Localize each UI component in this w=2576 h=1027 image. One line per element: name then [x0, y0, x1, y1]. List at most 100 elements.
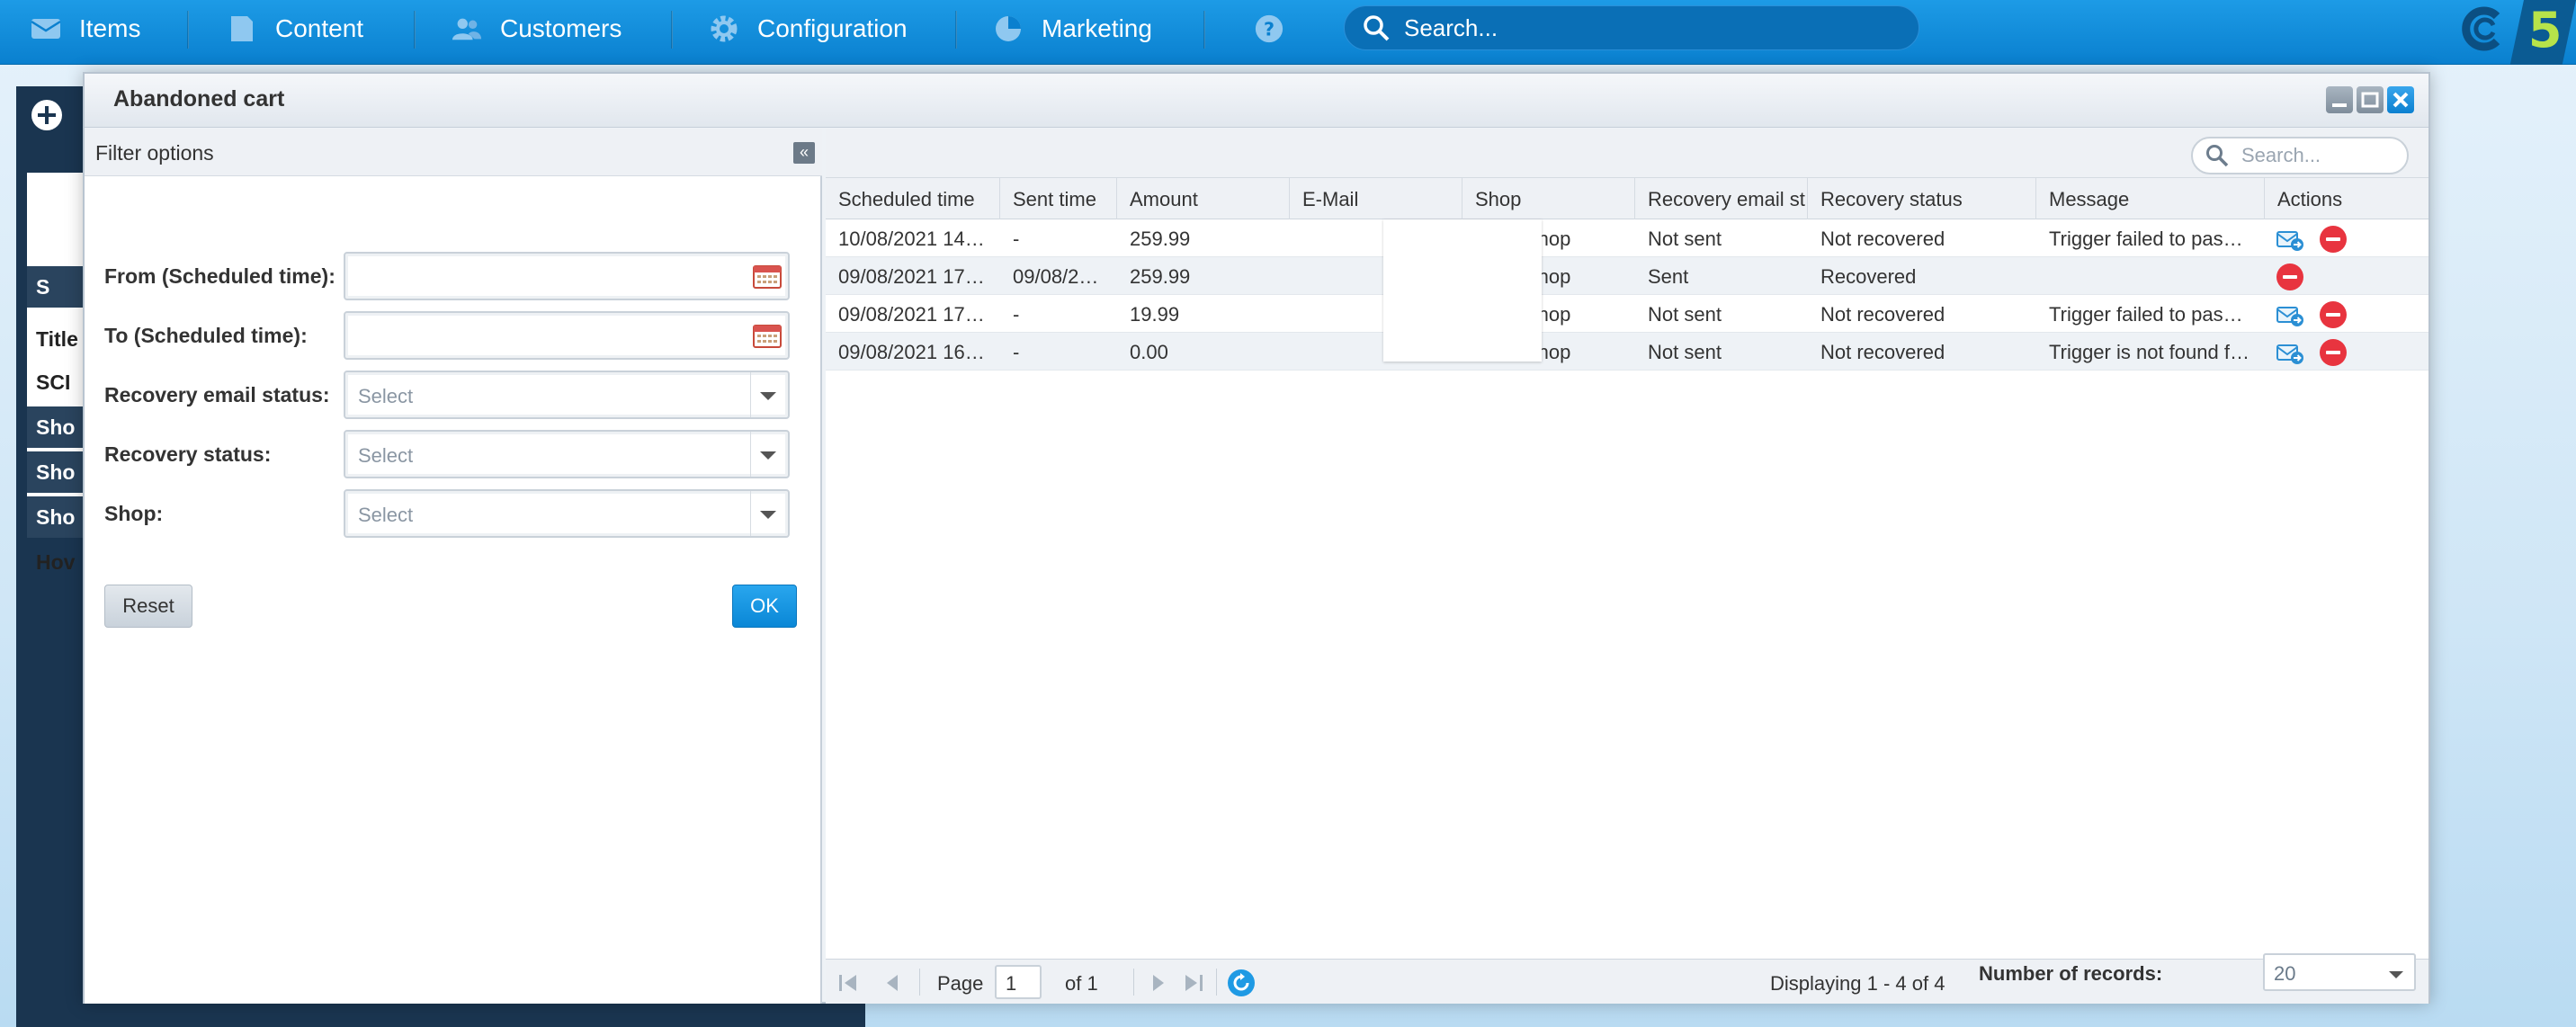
- chevron-down-icon: [760, 511, 776, 519]
- chevron-down-icon: [760, 451, 776, 460]
- grid-toolbar: Search...: [826, 129, 2428, 178]
- nav-items[interactable]: Items: [31, 0, 140, 58]
- first-page-icon[interactable]: [836, 972, 860, 994]
- table-row[interactable]: 10/08/2021 14:… - 259.99 Demoshop Not se…: [826, 219, 2428, 257]
- ok-button[interactable]: OK: [732, 585, 797, 628]
- pie-chart-icon: [993, 13, 1024, 44]
- cell-message: Trigger failed to pass…: [2049, 303, 2253, 326]
- chevron-down-icon: [760, 392, 776, 400]
- previous-page-icon[interactable]: [881, 972, 905, 994]
- nav-configuration[interactable]: Configuration: [709, 0, 908, 58]
- column-recovery-status[interactable]: Recovery status: [1808, 178, 2036, 219]
- nav-marketing[interactable]: Marketing: [993, 0, 1152, 58]
- chevron-down-icon[interactable]: [2389, 971, 2403, 978]
- collapse-filter-button[interactable]: «: [793, 142, 815, 164]
- cell-sent-time: -: [1013, 228, 1020, 250]
- users-icon: [452, 13, 482, 44]
- cell-scheduled-time: 09/08/2021 17:…: [838, 265, 990, 288]
- nav-divider: [187, 11, 189, 49]
- envelope-icon: [31, 13, 61, 44]
- pager-divider: [1216, 969, 1217, 996]
- resend-email-icon[interactable]: [2276, 300, 2304, 329]
- column-message[interactable]: Message: [2036, 178, 2265, 219]
- page-total-label: of 1: [1065, 972, 1098, 995]
- calendar-icon[interactable]: [752, 263, 783, 290]
- abandoned-cart-grid: Search... Scheduled time Sent time Amoun…: [826, 129, 2428, 1004]
- grid-search-input[interactable]: Search...: [2191, 137, 2409, 174]
- delete-icon[interactable]: [2319, 300, 2348, 329]
- nav-customers-label: Customers: [500, 14, 622, 42]
- close-icon: [2393, 92, 2409, 108]
- brand-logo-icon: [2457, 5, 2504, 52]
- page-number-input[interactable]: 1: [995, 965, 1042, 999]
- pager-divider: [919, 969, 920, 996]
- cell-message: [2036, 257, 2265, 295]
- resend-email-icon[interactable]: [2276, 225, 2304, 254]
- recovery-status-select[interactable]: Select: [344, 430, 790, 478]
- dropdown-trigger[interactable]: [750, 491, 788, 536]
- nav-customers[interactable]: Customers: [452, 0, 622, 58]
- nav-items-label: Items: [79, 14, 141, 42]
- cell-scheduled-time: 10/08/2021 14:…: [838, 228, 990, 250]
- document-icon: [227, 13, 257, 44]
- table-row[interactable]: 09/08/2021 17:… 09/08/2… 259.99 Demoshop…: [826, 257, 2428, 295]
- cell-amount: 259.99: [1130, 228, 1191, 250]
- svg-text:?: ?: [1264, 19, 1275, 40]
- page-label: Page: [937, 972, 984, 995]
- to-label: To (Scheduled time):: [104, 324, 308, 347]
- add-icon[interactable]: [31, 99, 63, 131]
- column-amount[interactable]: Amount: [1117, 178, 1290, 219]
- column-recovery-email-status[interactable]: Recovery email st: [1635, 178, 1808, 219]
- number-of-records-select[interactable]: 20: [2263, 953, 2416, 991]
- column-sent-time[interactable]: Sent time: [1000, 178, 1117, 219]
- dropdown-trigger[interactable]: [750, 432, 788, 477]
- email-column-redaction: [1383, 219, 1542, 362]
- cell-scheduled-time: 09/08/2021 16:…: [838, 341, 990, 363]
- delete-icon[interactable]: [2276, 263, 2304, 291]
- nav-divider: [671, 11, 673, 49]
- column-email[interactable]: E-Mail: [1290, 178, 1462, 219]
- nav-divider: [414, 11, 416, 49]
- delete-icon[interactable]: [2319, 225, 2348, 254]
- column-shop[interactable]: Shop: [1462, 178, 1635, 219]
- last-page-icon[interactable]: [1182, 972, 1205, 994]
- search-icon: [1363, 14, 1390, 41]
- cell-recovery-status: Not recovered: [1820, 303, 1945, 326]
- brand-badge: 5: [2509, 0, 2576, 65]
- maximize-button[interactable]: [2357, 86, 2384, 113]
- resend-email-icon[interactable]: [2276, 338, 2304, 367]
- calendar-icon[interactable]: [752, 322, 783, 349]
- grid-header: Scheduled time Sent time Amount E-Mail S…: [826, 178, 2428, 219]
- dropdown-trigger[interactable]: [750, 372, 788, 417]
- column-actions: Actions: [2277, 188, 2343, 210]
- grid-search-placeholder: Search...: [2241, 144, 2321, 166]
- window-titlebar[interactable]: Abandoned cart: [85, 74, 2428, 128]
- select-placeholder: Select: [358, 504, 414, 526]
- pager-divider: [1133, 969, 1134, 996]
- cell-recovery-status: Not recovered: [1820, 341, 1945, 363]
- filter-header: Filter options «: [85, 129, 822, 176]
- gear-icon: [709, 13, 739, 44]
- column-scheduled-time[interactable]: Scheduled time: [826, 178, 1000, 219]
- reset-button[interactable]: Reset: [104, 585, 192, 628]
- delete-icon[interactable]: [2319, 338, 2348, 367]
- table-row[interactable]: 09/08/2021 17:… - 19.99 Demoshop Not sen…: [826, 295, 2428, 333]
- nav-content[interactable]: Content: [227, 0, 363, 58]
- next-page-icon[interactable]: [1146, 972, 1169, 994]
- cell-recovery-email-status: Not sent: [1648, 303, 1722, 326]
- table-row[interactable]: 09/08/2021 16:… - 0.00 Demoshop Not sent…: [826, 333, 2428, 371]
- nav-divider: [1203, 11, 1205, 49]
- refresh-icon[interactable]: [1227, 969, 1256, 997]
- help-button[interactable]: ?: [1254, 0, 1284, 58]
- recovery-email-status-select[interactable]: Select: [344, 371, 790, 419]
- nav-marketing-label: Marketing: [1042, 14, 1152, 42]
- cell-sent-time: -: [1013, 341, 1020, 363]
- shop-select[interactable]: Select: [344, 489, 790, 538]
- help-icon: ?: [1254, 13, 1284, 44]
- minimize-button[interactable]: [2326, 86, 2353, 113]
- cell-recovery-status: Recovered: [1820, 265, 1917, 288]
- to-date-input[interactable]: [344, 311, 790, 360]
- from-date-input[interactable]: [344, 252, 790, 300]
- global-search-input[interactable]: Search...: [1344, 5, 1919, 50]
- close-button[interactable]: [2387, 86, 2414, 113]
